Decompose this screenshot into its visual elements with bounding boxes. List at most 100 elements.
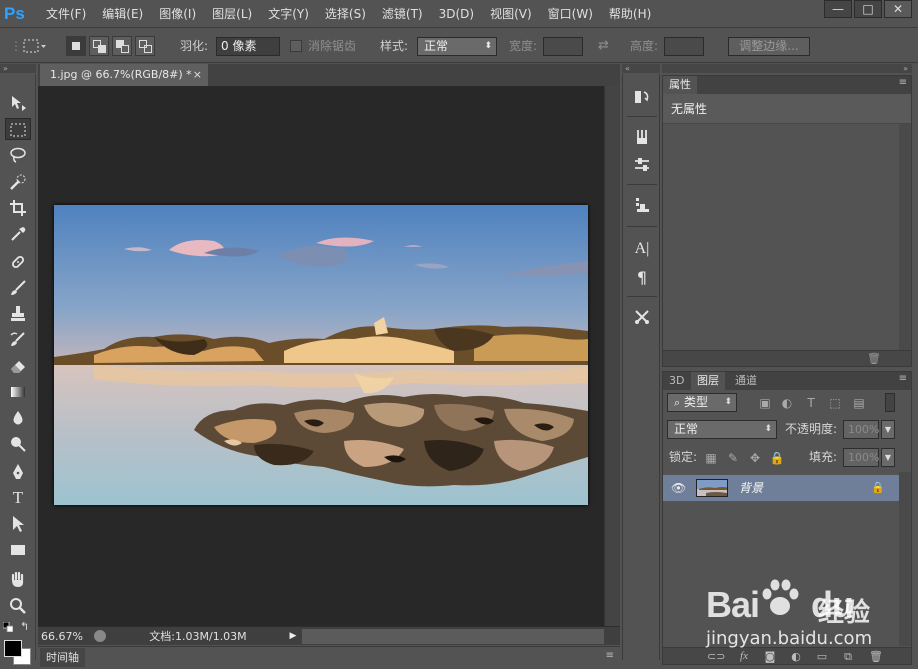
fill-dropdown[interactable]: ▼ (881, 448, 895, 467)
eraser-tool-icon[interactable] (5, 355, 31, 377)
new-selection-icon[interactable] (66, 36, 86, 56)
intersect-selection-icon[interactable] (135, 36, 155, 56)
brush-presets-icon[interactable] (631, 128, 653, 150)
layers-scrollbar[interactable] (899, 472, 911, 646)
properties-scrollbar[interactable] (899, 124, 911, 350)
layer-name[interactable]: 背景 (739, 475, 763, 501)
menu-filter[interactable]: 滤镜(T) (374, 0, 431, 28)
adjustment-layer-filter-icon[interactable]: ◐ (779, 395, 795, 411)
menu-layer[interactable]: 图层(L) (204, 0, 260, 28)
horizontal-scrollbar[interactable] (302, 629, 604, 644)
height-input[interactable] (664, 37, 704, 56)
panel-collapse-icon[interactable]: » (662, 64, 912, 73)
filter-toggle-switch[interactable] (885, 393, 895, 412)
refine-edge-button[interactable]: 调整边缘... (728, 37, 810, 56)
swap-colors-icon[interactable]: ↰ (20, 620, 29, 633)
layer-row[interactable]: 👁 背景 🔒 (663, 475, 899, 501)
healing-brush-tool-icon[interactable] (5, 251, 31, 273)
feather-input[interactable]: 0 像素 (216, 37, 280, 56)
minimize-button[interactable]: — (824, 0, 852, 18)
default-colors-icon[interactable] (3, 622, 13, 632)
visibility-eye-icon[interactable]: 👁 (671, 480, 687, 496)
width-input[interactable] (543, 37, 583, 56)
tab-layers[interactable]: 图层 (691, 372, 725, 390)
fill-input[interactable]: 100% (843, 448, 879, 467)
add-selection-icon[interactable] (89, 36, 109, 56)
antialias-checkbox[interactable] (290, 29, 302, 63)
pixel-layer-filter-icon[interactable]: ▣ (757, 395, 773, 411)
trash-icon[interactable]: 🗑 (867, 352, 881, 365)
menu-view[interactable]: 视图(V) (482, 0, 540, 28)
menu-image[interactable]: 图像(I) (151, 0, 204, 28)
menu-edit[interactable]: 编辑(E) (94, 0, 151, 28)
panel-menu-icon[interactable]: ≡ (606, 650, 614, 661)
clone-stamp-tool-icon[interactable] (5, 303, 31, 325)
panel-menu-icon[interactable]: ≡ (899, 77, 907, 88)
document-image[interactable] (54, 205, 588, 505)
dodge-tool-icon[interactable] (5, 433, 31, 455)
panel-menu-icon[interactable]: ≡ (899, 373, 907, 384)
style-select[interactable]: 正常 ⬍ (417, 37, 497, 56)
smart-object-filter-icon[interactable]: ▤ (851, 395, 867, 411)
marquee-preset-icon[interactable] (22, 29, 48, 63)
opacity-dropdown[interactable]: ▼ (881, 420, 895, 439)
layer-filter-select[interactable]: ⌕ 类型 ⬍ (667, 393, 737, 412)
clone-source-icon[interactable] (631, 196, 653, 218)
menu-type[interactable]: 文字(Y) (260, 0, 317, 28)
foreground-color-swatch[interactable] (4, 640, 22, 657)
tab-properties[interactable]: 属性 (663, 76, 697, 94)
lasso-tool-icon[interactable] (5, 144, 31, 166)
document-tab-bar: 1.jpg @ 66.7%(RGB/8#) * × (38, 64, 620, 86)
blend-mode-value: 正常 (674, 422, 699, 436)
menu-window[interactable]: 窗口(W) (540, 0, 601, 28)
document-tab[interactable]: 1.jpg @ 66.7%(RGB/8#) * × (40, 64, 208, 86)
path-selection-tool-icon[interactable] (5, 513, 31, 535)
rectangle-tool-icon[interactable] (5, 539, 31, 561)
opacity-input[interactable]: 100% (843, 420, 879, 439)
type-tool-icon[interactable]: T (5, 487, 31, 509)
lock-position-icon[interactable]: ✥ (747, 450, 763, 466)
menu-3d[interactable]: 3D(D) (431, 0, 482, 28)
quick-selection-tool-icon[interactable] (5, 171, 31, 193)
tab-3d[interactable]: 3D (663, 372, 690, 390)
menu-select[interactable]: 选择(S) (317, 0, 374, 28)
adjustments-icon[interactable] (631, 156, 653, 178)
history-panel-icon[interactable] (631, 88, 653, 110)
vertical-scrollbar[interactable] (604, 86, 620, 626)
close-button[interactable]: ✕ (884, 0, 912, 18)
eyedropper-tool-icon[interactable] (5, 223, 31, 245)
zoom-tool-icon[interactable] (5, 595, 31, 617)
type-layer-filter-icon[interactable]: T (803, 395, 819, 411)
timeline-tab[interactable]: 时间轴 (40, 648, 85, 667)
tab-channels[interactable]: 通道 (729, 372, 763, 390)
pen-tool-icon[interactable] (5, 461, 31, 483)
gradient-tool-icon[interactable] (5, 381, 31, 403)
crop-tool-icon[interactable] (5, 197, 31, 219)
blend-mode-select[interactable]: 正常 ⬍ (667, 420, 777, 439)
menu-help[interactable]: 帮助(H) (601, 0, 659, 28)
status-info-icon[interactable] (94, 630, 106, 642)
subtract-selection-icon[interactable] (112, 36, 132, 56)
zoom-level[interactable]: 66.67% (41, 627, 83, 646)
character-panel-icon[interactable]: A| (631, 238, 653, 260)
close-tab-icon[interactable]: × (193, 64, 202, 86)
toolbar-collapse-icon[interactable]: » (0, 64, 36, 73)
lock-image-icon[interactable]: ✎ (725, 450, 741, 466)
lock-transparency-icon[interactable]: ▦ (703, 450, 719, 466)
hand-tool-icon[interactable] (5, 569, 31, 591)
menu-file[interactable]: 文件(F) (38, 0, 94, 28)
lock-all-icon[interactable]: 🔒 (769, 450, 785, 466)
maximize-button[interactable]: □ (854, 0, 882, 18)
status-menu-arrow-icon[interactable]: ▶ (286, 629, 300, 644)
shape-layer-filter-icon[interactable]: ⬚ (827, 395, 843, 411)
brush-tool-icon[interactable] (5, 277, 31, 299)
tool-presets-icon[interactable] (631, 308, 653, 330)
chevron-updown-icon: ⬍ (724, 397, 732, 407)
move-tool-icon[interactable] (5, 92, 31, 114)
paragraph-panel-icon[interactable]: ¶ (631, 267, 653, 289)
marquee-tool-icon[interactable] (5, 118, 31, 140)
history-brush-tool-icon[interactable] (5, 329, 31, 351)
blur-tool-icon[interactable] (5, 407, 31, 429)
swap-dimensions-icon[interactable]: ⇄ (598, 29, 609, 63)
dock-collapse-icon[interactable]: « (622, 64, 660, 73)
